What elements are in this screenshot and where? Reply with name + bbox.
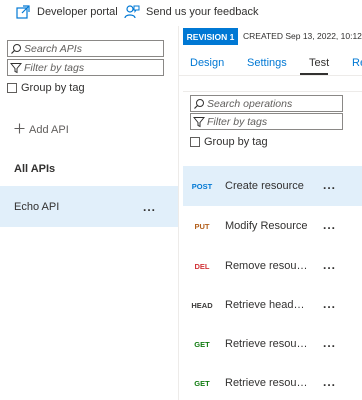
search-icon [191, 98, 207, 110]
group-by-tag-label: Group by tag [204, 136, 268, 148]
operation-name: Remove resource [225, 260, 309, 272]
group-by-tag-row[interactable]: Group by tag [190, 136, 268, 148]
external-link-icon [15, 4, 31, 20]
tab-test[interactable]: Test [309, 57, 329, 69]
tab-bar: Design Settings Test Re [179, 54, 362, 74]
method-badge: DEL [194, 261, 210, 271]
api-name: Echo API [14, 200, 60, 213]
operation-row[interactable]: GET Retrieve resource ... [183, 324, 362, 364]
filter-tags-box[interactable] [190, 113, 343, 130]
developer-portal-label: Developer portal [37, 6, 118, 18]
revision-created: CREATED Sep 13, 2022, 10:12:1 [243, 31, 362, 41]
method-badge: HEAD [191, 300, 213, 310]
group-by-tag-row[interactable]: Group by tag [7, 82, 85, 94]
filter-icon [191, 116, 207, 128]
method-badge: PUT [194, 221, 210, 231]
method-badge: GET [194, 339, 210, 349]
operation-name: Retrieve header o... [225, 299, 309, 311]
revision-badge: REVISION 1 [183, 28, 238, 45]
operation-name: Modify Resource [225, 220, 308, 232]
api-detail-pane: REVISION 1 CREATED Sep 13, 2022, 10:12:1… [179, 26, 362, 400]
add-api-button[interactable]: Add API [14, 123, 69, 137]
tab-settings[interactable]: Settings [247, 57, 287, 69]
developer-portal-button[interactable]: Developer portal [15, 4, 118, 20]
add-api-label: Add API [29, 124, 69, 136]
filter-icon [8, 62, 24, 74]
operation-name: Retrieve resource [225, 338, 309, 350]
feedback-label: Send us your feedback [146, 6, 259, 18]
more-options-icon[interactable]: ... [323, 375, 336, 389]
group-by-tag-label: Group by tag [21, 82, 85, 94]
operation-row[interactable]: GET Retrieve resource... ... [183, 363, 362, 400]
toolbar: Developer portal Send us your feedback [0, 0, 362, 26]
tab-design[interactable]: Design [190, 57, 224, 69]
api-list-item[interactable]: Echo API ... [0, 186, 178, 227]
feedback-button[interactable]: Send us your feedback [124, 4, 259, 20]
more-options-icon[interactable]: ... [143, 200, 156, 214]
operation-row[interactable]: HEAD Retrieve header o... ... [183, 285, 362, 325]
tab-separator [179, 75, 362, 76]
plus-icon [14, 123, 25, 137]
more-options-icon[interactable]: ... [323, 218, 336, 232]
more-options-icon[interactable]: ... [323, 178, 336, 192]
api-list-pane: Group by tag Add API All APIs Echo API .… [0, 26, 178, 400]
search-apis-input[interactable] [24, 42, 159, 55]
more-options-icon[interactable]: ... [323, 297, 336, 311]
operation-name: Retrieve resource... [225, 377, 309, 389]
operation-row[interactable]: PUT Modify Resource ... [183, 206, 362, 246]
feedback-icon [124, 4, 140, 20]
filter-tags-input[interactable] [24, 61, 159, 74]
method-badge: GET [194, 378, 210, 388]
search-apis-box[interactable] [7, 40, 164, 57]
panel-border [183, 91, 362, 92]
search-operations-input[interactable] [207, 97, 339, 110]
group-by-tag-checkbox[interactable] [7, 83, 17, 93]
more-options-icon[interactable]: ... [323, 336, 336, 350]
operations-panel: Group by tag POST Create resource ... PU… [183, 91, 362, 400]
group-by-tag-checkbox[interactable] [190, 137, 200, 147]
more-options-icon[interactable]: ... [323, 258, 336, 272]
operation-name: Create resource [225, 180, 304, 192]
filter-tags-box[interactable] [7, 59, 164, 76]
search-icon [8, 43, 24, 55]
search-operations-box[interactable] [190, 95, 343, 112]
operation-row[interactable]: POST Create resource ... [183, 166, 362, 206]
tab-revisions[interactable]: Re [352, 57, 362, 69]
all-apis-heading[interactable]: All APIs [14, 163, 55, 175]
filter-tags-input[interactable] [207, 115, 339, 128]
operation-row[interactable]: DEL Remove resource ... [183, 246, 362, 286]
method-badge: POST [191, 181, 213, 191]
